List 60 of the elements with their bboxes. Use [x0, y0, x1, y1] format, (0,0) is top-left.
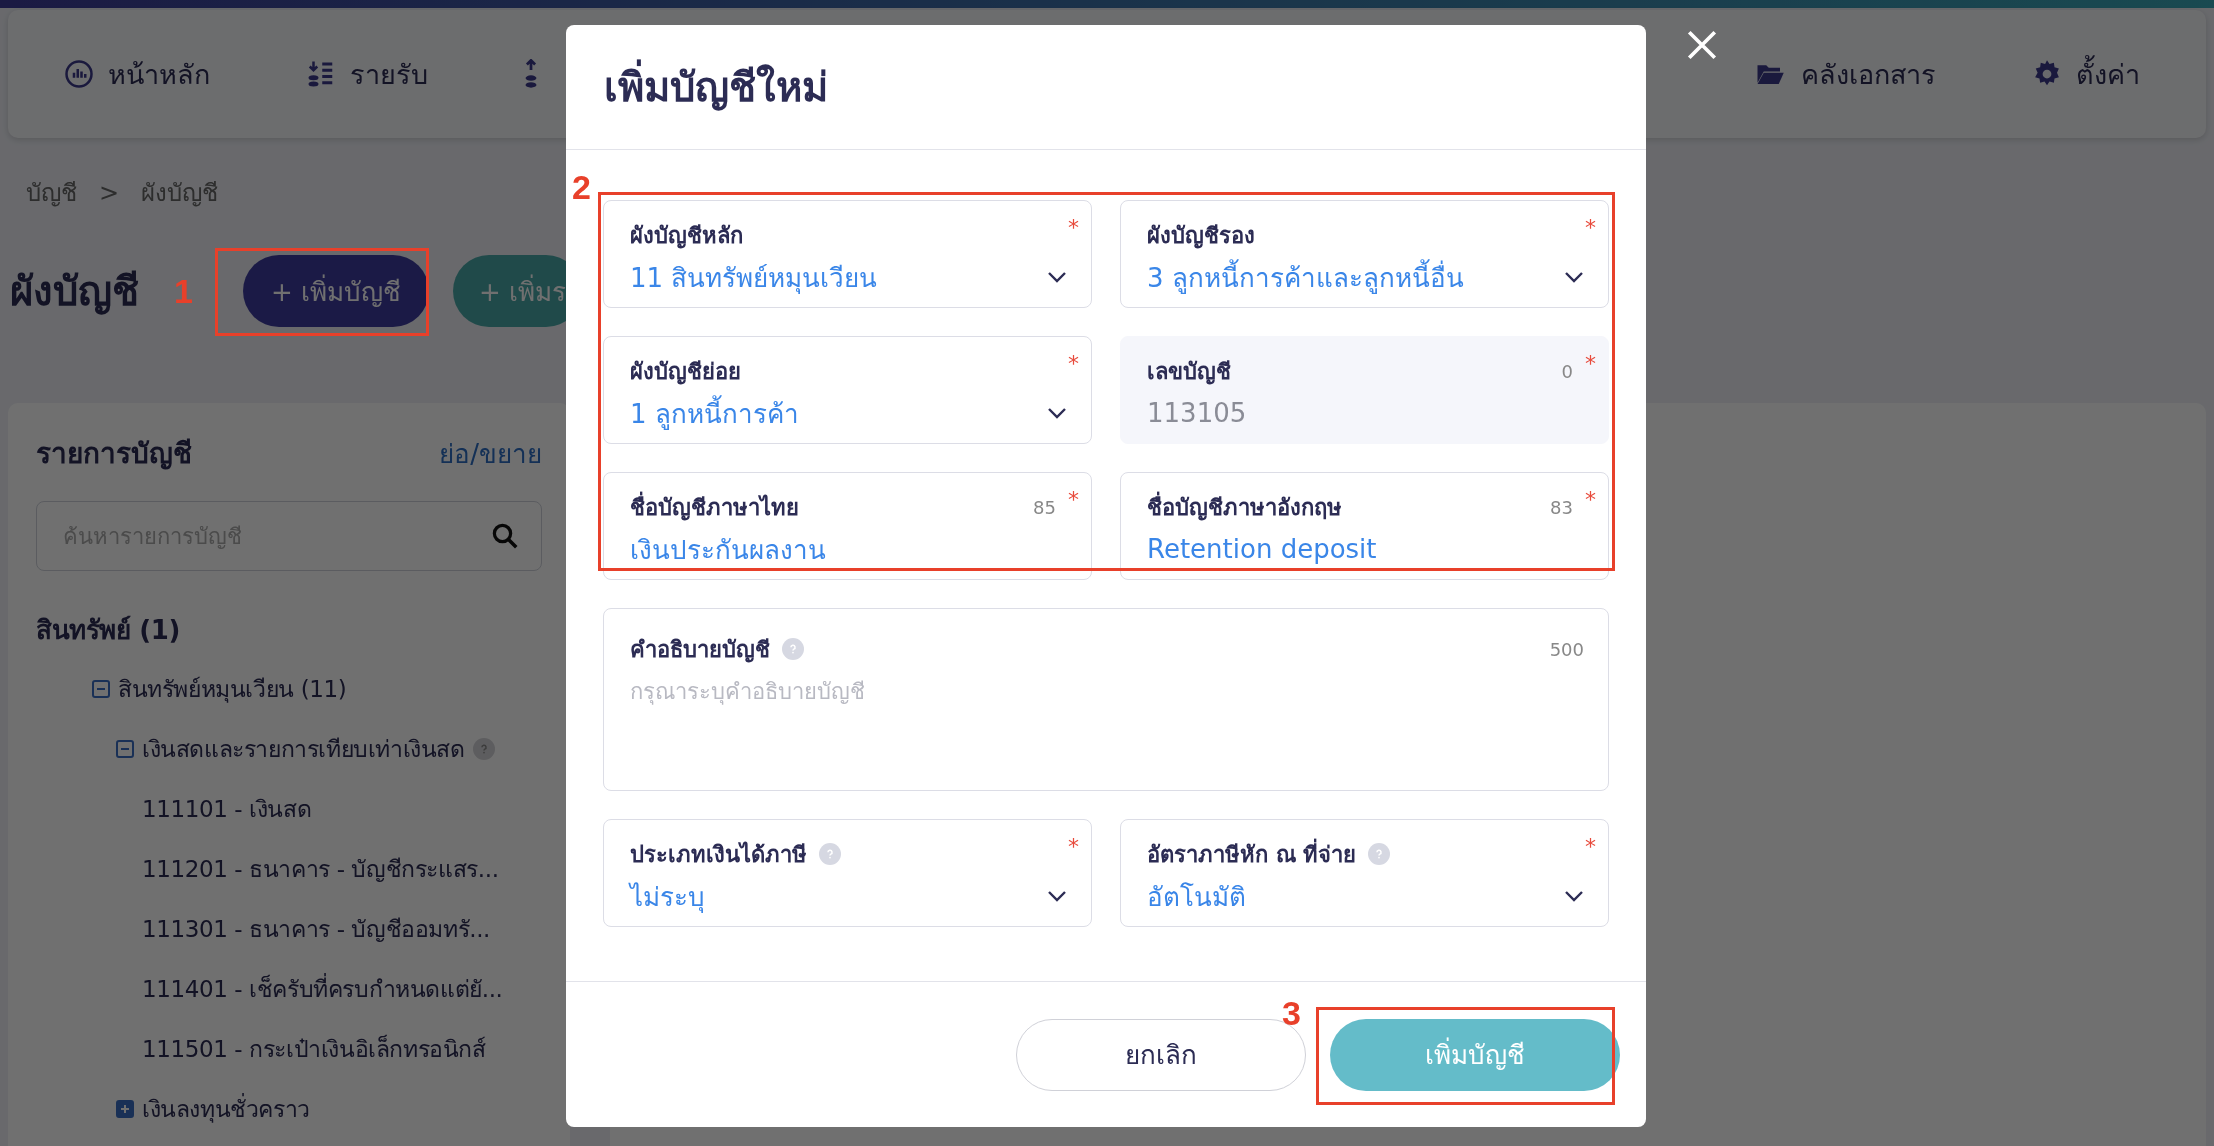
required-asterisk: *	[1585, 351, 1596, 376]
dialog-title: เพิ่มบัญชีใหม่	[604, 55, 828, 119]
breadcrumb-item[interactable]: บัญชี	[26, 178, 77, 210]
nav-link[interactable]: หน้าหลัก	[64, 52, 210, 96]
chevron-down-icon	[1564, 271, 1584, 283]
help-icon[interactable]	[472, 738, 495, 761]
breadcrumb-item: ผังบัญชี	[141, 178, 219, 209]
tree-item[interactable]: 111401 - เช็ครับที่ครบกำหนดแต่ยั...	[142, 971, 503, 1008]
chevron-down-icon	[1047, 890, 1067, 902]
nav-link[interactable]: รายรับ	[306, 52, 428, 96]
required-asterisk: *	[1585, 834, 1596, 859]
tree-item[interactable]: เงินลงทุนชั่วคราว	[142, 1091, 310, 1128]
character-counter: 85	[1033, 496, 1056, 518]
required-asterisk: *	[1585, 215, 1596, 240]
toggle-icon[interactable]	[116, 1100, 134, 1119]
select-field[interactable]: ผังบัญชีหลัก * 11 สินทรัพย์หมุนเวียน	[603, 200, 1092, 308]
tree-group-label: สินทรัพย์ (1)	[36, 613, 180, 647]
tree-item[interactable]: สินทรัพย์หมุนเวียน (11)	[118, 671, 347, 708]
help-icon[interactable]	[1368, 843, 1391, 865]
nav-link[interactable]: ตั้งค่า	[2032, 52, 2140, 96]
character-counter: 0	[1561, 360, 1573, 382]
annotation-number: 2	[572, 168, 591, 207]
required-asterisk: *	[1068, 351, 1079, 376]
character-counter: 500	[1549, 638, 1584, 660]
input-field: เลขบัญชี 0 * 113105	[1120, 336, 1609, 444]
select-field[interactable]: อัตราภาษีหัก ณ ที่จ่าย * อัตโนมัติ	[1120, 819, 1609, 927]
select-field[interactable]: ผังบัญชีย่อย * 1 ลูกหนี้การค้า	[603, 336, 1092, 444]
collapse-expand-link[interactable]: ย่อ/ขยาย	[439, 432, 542, 474]
toggle-icon[interactable]	[116, 740, 134, 759]
chevron-down-icon	[1047, 407, 1067, 419]
tree-item[interactable]: 111301 - ธนาคาร - บัญชีออมทรั...	[142, 911, 490, 948]
toggle-icon[interactable]	[92, 680, 110, 699]
chart-icon	[64, 59, 94, 89]
tree-item[interactable]: เงินสดและรายการเทียบเท่าเงินสด	[142, 731, 465, 768]
character-counter: 83	[1550, 496, 1573, 518]
help-icon[interactable]	[819, 843, 841, 865]
required-asterisk: *	[1068, 487, 1079, 512]
submit-button[interactable]: เพิ่มบัญชี	[1330, 1018, 1620, 1091]
help-icon[interactable]	[782, 638, 804, 660]
tree-item[interactable]: 111101 - เงินสด	[142, 791, 312, 828]
coins-icon	[524, 59, 538, 89]
chevron-down-icon	[1047, 271, 1067, 283]
tree-item[interactable]: 111201 - ธนาคาร - บัญชีกระแสร...	[142, 851, 499, 888]
breadcrumb-item: >	[99, 178, 120, 209]
tree-item[interactable]: 111501 - กระเป๋าเงินอิเล็กทรอนิกส์	[142, 1031, 486, 1068]
nav-link[interactable]: คลังเอกสาร	[1753, 52, 1936, 96]
page-title: ผังบัญชี	[10, 267, 139, 317]
select-field[interactable]: ประเภทเงินได้ภาษี * ไม่ระบุ	[603, 819, 1092, 927]
select-field[interactable]: ผังบัญชีรอง * 3 ลูกหนี้การค้าและลูกหนี้อื่น	[1120, 200, 1609, 308]
input-field[interactable]: ชื่อบัญชีภาษาไทย 85 * เงินประกันผลงาน	[603, 472, 1092, 580]
panel-title: รายการบัญชี	[36, 436, 192, 473]
required-asterisk: *	[1585, 487, 1596, 512]
input-field[interactable]: ชื่อบัญชีภาษาอังกฤษ 83 * Retention deposit	[1120, 472, 1609, 580]
annotation-number: 1	[174, 272, 193, 311]
close-icon[interactable]	[1685, 28, 1719, 62]
chevron-down-icon	[1564, 890, 1584, 902]
nav-icon-button[interactable]	[524, 59, 538, 89]
required-asterisk: *	[1068, 834, 1079, 859]
required-asterisk: *	[1068, 215, 1079, 240]
textarea-field[interactable]: คำอธิบายบัญชี 500 กรุณาระบุคำอธิบายบัญชี	[603, 608, 1609, 791]
